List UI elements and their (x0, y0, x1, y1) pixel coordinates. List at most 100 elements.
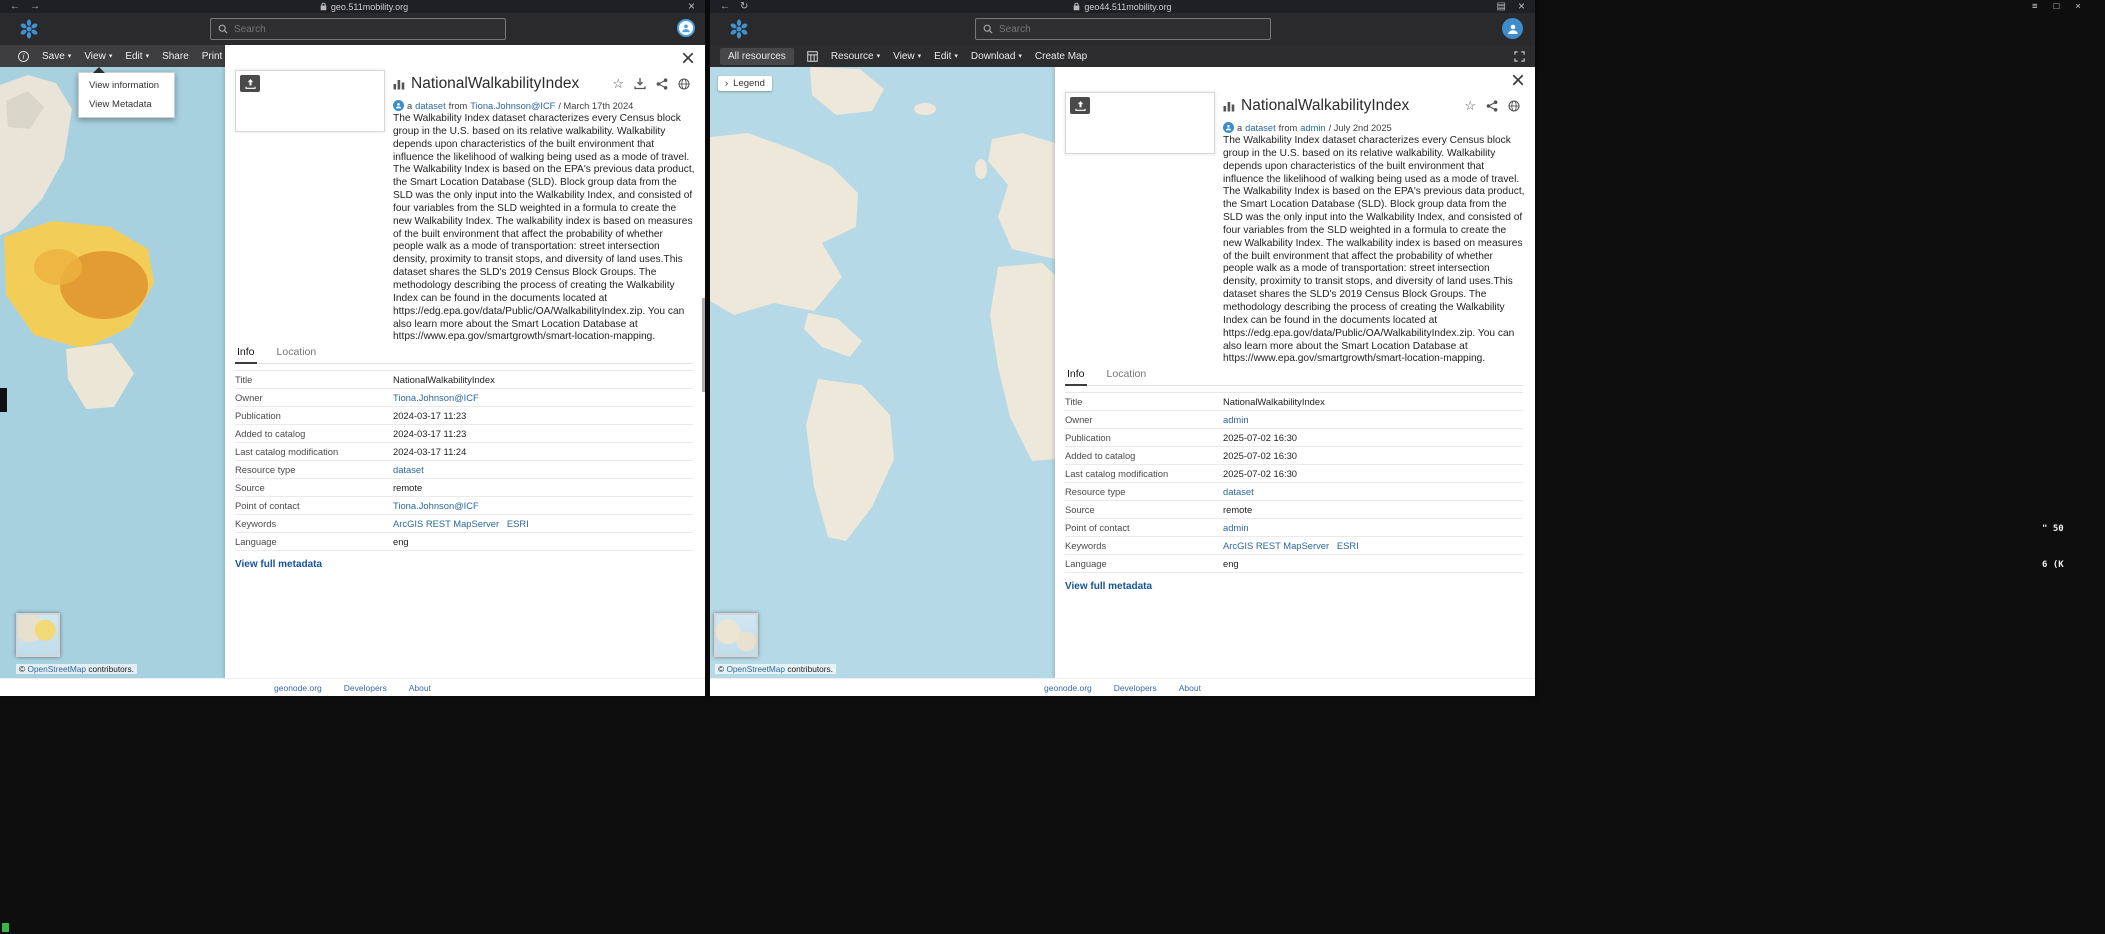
url-bar[interactable]: geo.511mobility.org (50, 2, 678, 12)
metadata-label: Source (235, 482, 393, 493)
resource-title: NationalWalkabilityIndex (411, 75, 579, 93)
metadata-value[interactable]: Tiona.Johnson@ICF (393, 500, 479, 511)
map-canvas[interactable]: › Legend © OpenStreetMap contributors. (710, 67, 1055, 678)
nav-download-menu[interactable]: Download▾ (971, 51, 1022, 62)
tab-location[interactable]: Location (1105, 368, 1149, 385)
map-basemap (710, 67, 1055, 678)
info-icon[interactable]: i (18, 51, 29, 62)
catalog-grid-icon[interactable] (807, 51, 818, 62)
upload-thumbnail-button[interactable] (1070, 97, 1090, 114)
footer-link[interactable]: About (409, 683, 431, 693)
panel-tabs: Info Location (1065, 368, 1523, 386)
window-close-icon[interactable]: × (1518, 1, 1525, 12)
search-box (210, 18, 506, 40)
nav-resource-menu[interactable]: Resource▾ (831, 51, 880, 62)
byline-from: from (1279, 123, 1298, 133)
search-box (975, 18, 1271, 40)
scrollbar-thumb[interactable] (702, 298, 705, 392)
footer-link[interactable]: Developers (1114, 683, 1157, 693)
tab-location[interactable]: Location (275, 346, 319, 363)
legend-toggle[interactable]: › Legend (718, 76, 772, 91)
byline-from: from (449, 101, 468, 111)
reading-list-icon[interactable]: ▤ (1497, 1, 1506, 12)
share-icon[interactable] (656, 78, 668, 90)
terminal-window-icon[interactable]: □ (2054, 1, 2060, 12)
owner-link[interactable]: Tiona.Johnson@ICF (470, 101, 555, 111)
main-navbar: All resources Resource▾ View▾ Edit▾ Down… (710, 45, 1535, 67)
window-close-icon[interactable]: × (688, 1, 695, 12)
titlebar-right: ← ↻ geo44.511mobility.org ▤ × (710, 0, 1535, 13)
panel-close-icon[interactable]: × (1511, 69, 1525, 93)
metadata-row: Source remote (1065, 501, 1523, 519)
footer-link[interactable]: geonode.org (1044, 683, 1092, 693)
footer-link[interactable]: About (1179, 683, 1201, 693)
metadata-value[interactable]: dataset (1223, 486, 1254, 497)
metadata-label: Point of contact (235, 500, 393, 511)
metadata-value: 2024-03-17 11:24 (393, 446, 466, 457)
forward-icon[interactable]: → (30, 1, 40, 12)
metadata-label: Owner (1065, 414, 1223, 425)
view-menu-button[interactable]: View▾ (84, 51, 112, 62)
osm-link[interactable]: OpenStreetMap (726, 664, 785, 674)
tab-info[interactable]: Info (1065, 368, 1087, 386)
footer: geonode.org Developers About (0, 678, 705, 696)
metadata-value[interactable]: dataset (393, 464, 424, 475)
url-bar[interactable]: geo44.511mobility.org (758, 2, 1486, 12)
edit-menu-button[interactable]: Edit▾ (125, 51, 149, 62)
resource-thumbnail (1065, 92, 1215, 154)
nav-all-resources[interactable]: All resources (720, 48, 794, 65)
terminal-close-icon[interactable]: × (2075, 1, 2081, 12)
panel-close-icon[interactable]: × (681, 47, 695, 71)
upload-thumbnail-button[interactable] (240, 75, 260, 92)
attribution-suffix: contributors. (787, 664, 833, 674)
back-icon[interactable]: ← (720, 1, 730, 12)
geonode-logo[interactable] (18, 18, 40, 40)
nav-edit-menu[interactable]: Edit▾ (934, 51, 958, 62)
terminal-menu-icon[interactable]: ≡ (2032, 1, 2038, 12)
metadata-value[interactable]: Tiona.Johnson@ICF (393, 392, 479, 403)
map-canvas[interactable]: © OpenStreetMap contributors. (0, 67, 225, 678)
metadata-row: Publication 2025-07-02 16:30 (1065, 429, 1523, 447)
resource-title-row: NationalWalkabilityIndex (1223, 97, 1409, 115)
search-input[interactable] (999, 24, 1263, 35)
geonode-logo[interactable] (728, 18, 750, 40)
favorite-star-icon[interactable]: ☆ (612, 77, 624, 90)
user-avatar-icon[interactable] (1502, 18, 1523, 39)
overview-map-thumbnail[interactable] (714, 613, 758, 657)
view-full-metadata-link[interactable]: View full metadata (1065, 581, 1523, 592)
view-menu-item[interactable]: View Metadata (79, 95, 174, 114)
view-full-metadata-link[interactable]: View full metadata (235, 559, 693, 570)
view-menu-item[interactable]: View information (79, 76, 174, 95)
nav-create-map[interactable]: Create Map (1035, 51, 1087, 62)
osm-link[interactable]: OpenStreetMap (27, 664, 86, 674)
tab-info[interactable]: Info (235, 346, 257, 364)
account-icon[interactable] (677, 19, 695, 37)
fullscreen-icon[interactable] (1514, 51, 1525, 62)
globe-icon[interactable] (1508, 100, 1520, 112)
footer-link[interactable]: Developers (344, 683, 387, 693)
share-icon[interactable] (1486, 100, 1498, 112)
metadata-row: Owner Tiona.Johnson@ICF (235, 389, 693, 407)
footer-link[interactable]: geonode.org (274, 683, 322, 693)
search-input[interactable] (234, 24, 498, 35)
globe-icon[interactable] (678, 78, 690, 90)
overview-map-thumbnail[interactable] (16, 613, 60, 657)
favorite-star-icon[interactable]: ☆ (1464, 99, 1476, 112)
share-button[interactable]: Share (162, 51, 189, 62)
owner-link[interactable]: admin (1300, 123, 1325, 133)
metadata-value[interactable]: admin (1223, 414, 1249, 425)
resource-detail-panel: × NationalWalkabilityIndex ☆ a (225, 45, 705, 678)
browser-window-right: ← ↻ geo44.511mobility.org ▤ × (710, 0, 1535, 696)
back-icon[interactable]: ← (10, 1, 20, 12)
metadata-value[interactable]: admin (1223, 522, 1249, 533)
print-button[interactable]: Print (202, 51, 223, 62)
dataset-type-link[interactable]: dataset (1245, 123, 1276, 133)
save-menu-button[interactable]: Save▾ (42, 51, 71, 62)
metadata-value[interactable]: ArcGIS REST MapServer ESRI (1223, 540, 1359, 551)
metadata-value[interactable]: ArcGIS REST MapServer ESRI (393, 518, 529, 529)
map-edge-control[interactable] (0, 388, 7, 412)
nav-view-menu[interactable]: View▾ (893, 51, 921, 62)
reload-icon[interactable]: ↻ (740, 1, 748, 12)
dataset-type-link[interactable]: dataset (415, 101, 446, 111)
download-icon[interactable] (634, 78, 646, 90)
